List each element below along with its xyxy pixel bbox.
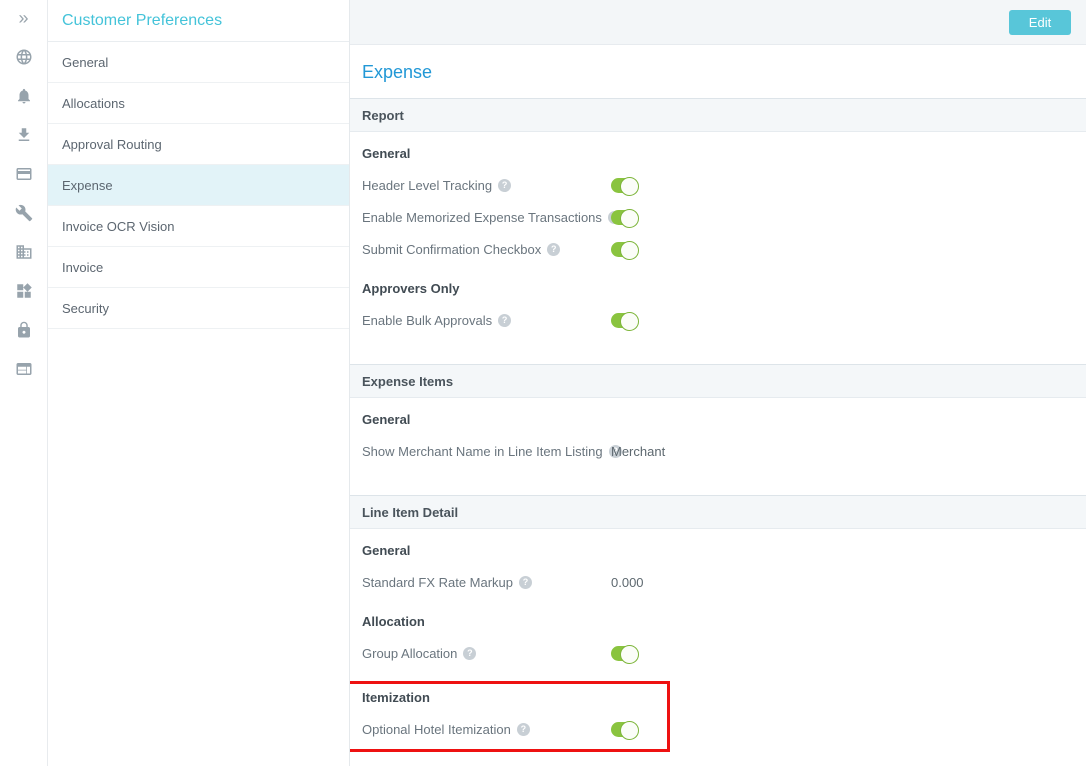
credit-card-icon[interactable] [14,165,34,183]
section-header-label: Line Item Detail [362,505,458,520]
group-heading: Approvers Only [362,281,1074,296]
bell-icon[interactable] [14,87,34,105]
pref-row: Group Allocation [362,646,1074,661]
toggle-header-level-tracking[interactable] [611,178,638,193]
pref-row: Submit Confirmation Checkbox [362,242,1074,257]
edit-button[interactable]: Edit [1009,10,1071,35]
help-icon[interactable] [463,647,476,660]
help-icon[interactable] [547,243,560,256]
sidebar-item-general[interactable]: General [48,42,349,83]
sidebar-item-security[interactable]: Security [48,288,349,329]
lock-icon[interactable] [14,321,34,339]
pref-value: 0.000 [611,575,644,590]
pref-label: Optional Hotel Itemization [362,722,511,737]
section-header-label: Report [362,108,404,123]
pref-label: Show Merchant Name in Line Item Listing [362,444,603,459]
section-header: Report [350,98,1086,132]
pref-label: Submit Confirmation Checkbox [362,242,541,257]
action-bar: Edit [350,0,1086,45]
group-heading: General [362,146,1074,161]
pref-label: Group Allocation [362,646,457,661]
customer-preferences-panel: Customer Preferences General Allocations… [48,0,350,766]
widgets-icon[interactable] [14,282,34,300]
pref-row: Enable Memorized Expense Transactions [362,210,1074,225]
web-layout-icon[interactable] [14,360,34,378]
help-icon[interactable] [517,723,530,736]
annotation-highlight-box: Itemization Optional Hotel Itemization [350,681,670,752]
sidebar-item-invoice[interactable]: Invoice [48,247,349,288]
group-heading: General [362,543,1074,558]
pref-label: Enable Bulk Approvals [362,313,492,328]
pref-row: Header Level Tracking [362,178,1074,193]
toggle-submit-confirmation-checkbox[interactable] [611,242,638,257]
section-header: Expense Items [350,364,1086,398]
panel-title: Customer Preferences [48,0,349,42]
pref-label: Header Level Tracking [362,178,492,193]
wrench-icon[interactable] [14,204,34,222]
collapse-chevrons-icon[interactable] [14,9,34,27]
help-icon[interactable] [519,576,532,589]
sidebar-item-invoice-ocr-vision[interactable]: Invoice OCR Vision [48,206,349,247]
pref-row: Show Merchant Name in Line Item Listing … [362,444,1074,459]
sidebar-item-expense[interactable]: Expense [48,165,349,206]
help-icon[interactable] [498,314,511,327]
help-icon[interactable] [498,179,511,192]
toggle-enable-memorized-expense-transactions[interactable] [611,210,638,225]
building-icon[interactable] [14,243,34,261]
main-content: Edit Expense Report General Header Level… [350,0,1086,766]
pref-row: Enable Bulk Approvals [362,313,1074,328]
pref-label: Standard FX Rate Markup [362,575,513,590]
toggle-enable-bulk-approvals[interactable] [611,313,638,328]
group-heading: Allocation [362,614,1074,629]
section-expense-items: Expense Items General Show Merchant Name… [350,364,1086,459]
pref-row: Standard FX Rate Markup 0.000 [362,575,1074,590]
section-line-item-detail: Line Item Detail General Standard FX Rat… [350,495,1086,752]
page-title: Expense [362,62,1074,83]
download-icon[interactable] [14,126,34,144]
toggle-optional-hotel-itemization[interactable] [611,722,638,737]
toggle-group-allocation[interactable] [611,646,638,661]
pref-value: Merchant [611,444,665,459]
sidebar-item-approval-routing[interactable]: Approval Routing [48,124,349,165]
pref-row: Optional Hotel Itemization [362,722,667,737]
section-report: Report General Header Level Tracking Ena… [350,98,1086,328]
sidebar-item-allocations[interactable]: Allocations [48,83,349,124]
icon-rail [0,0,48,766]
group-heading: Itemization [362,690,667,705]
pref-label: Enable Memorized Expense Transactions [362,210,602,225]
group-heading: General [362,412,1074,427]
globe-icon[interactable] [14,48,34,66]
section-header-label: Expense Items [362,374,453,389]
section-header: Line Item Detail [350,495,1086,529]
